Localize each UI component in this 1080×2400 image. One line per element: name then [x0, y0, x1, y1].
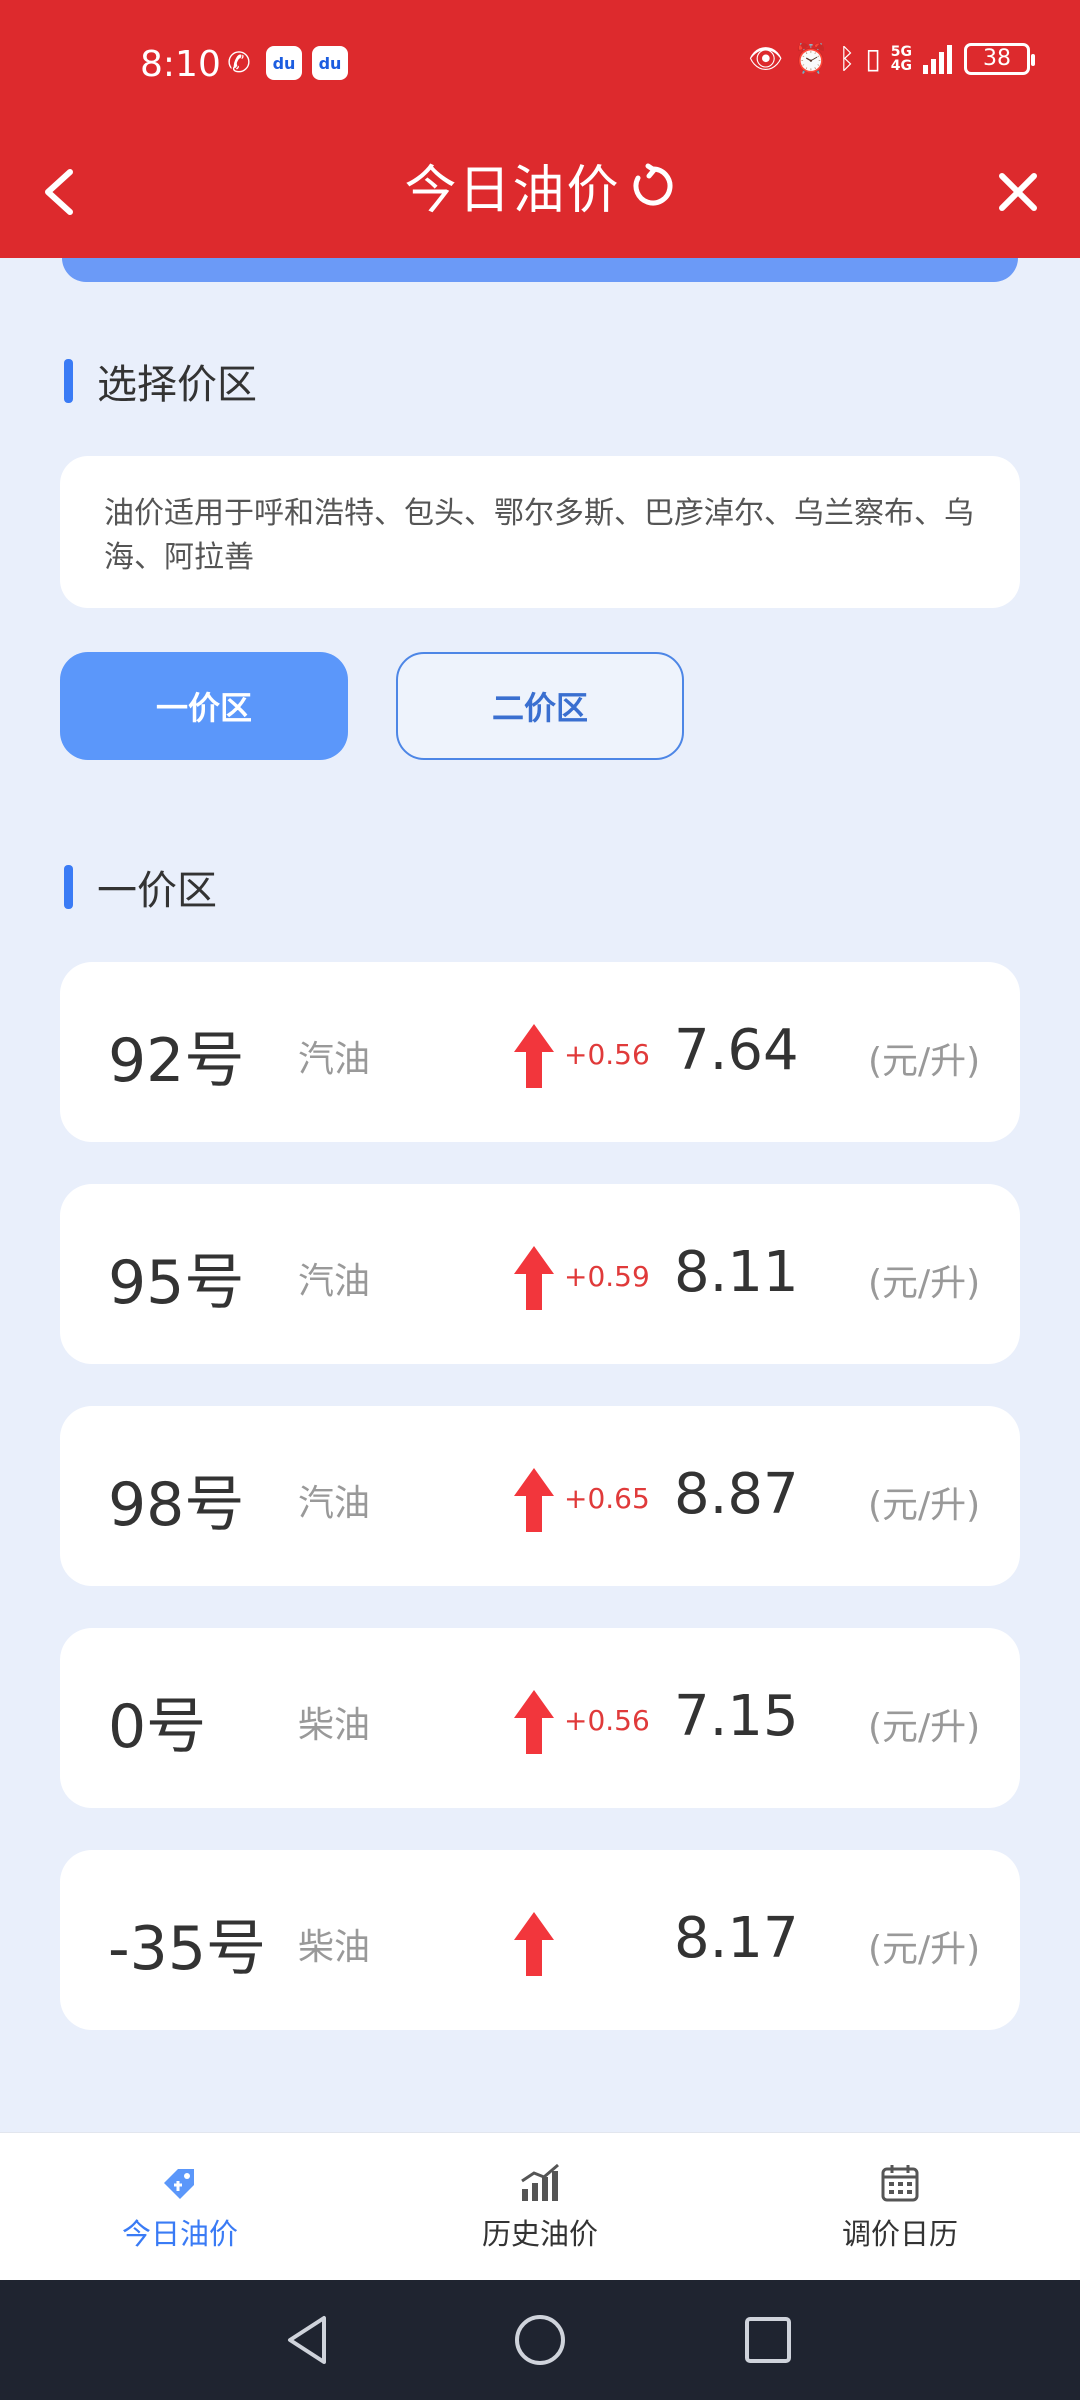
zone-1-button[interactable]: 一价区	[60, 652, 348, 760]
baidu-paw-icon-2: du	[312, 46, 348, 80]
tab-today-price[interactable]: 今日油价	[70, 2163, 290, 2253]
fuel-type: 柴油	[298, 1705, 371, 1746]
nav-home-button[interactable]	[510, 2310, 570, 2370]
price-row-0: 0号 柴油 +0.56 7.15 (元/升)	[60, 1628, 1020, 1808]
alarm-icon: ⏰	[793, 42, 829, 75]
system-navigation-bar	[0, 2280, 1080, 2400]
arrow-up-icon	[514, 1690, 554, 1754]
price-unit: (元/升)	[868, 1485, 981, 1526]
tab-label: 调价日历	[841, 2217, 958, 2251]
fuel-grade: 98号	[108, 1470, 245, 1540]
price-row-minus35: -35号 柴油 8.17 (元/升)	[60, 1850, 1020, 2030]
price-unit: (元/升)	[868, 1707, 981, 1748]
arrow-up-icon	[514, 1468, 554, 1532]
close-button[interactable]	[988, 160, 1048, 224]
network-type: 5G 4G	[890, 43, 912, 74]
price-row-92: 92号 汽油 +0.56 7.64 (元/升)	[60, 962, 1020, 1142]
zone-coverage-note: 油价适用于呼和浩特、包头、鄂尔多斯、巴彦淖尔、乌兰察布、乌海、阿拉善	[60, 456, 1020, 608]
close-icon	[999, 173, 1037, 211]
fuel-price: 8.87	[674, 1462, 799, 1527]
bar-chart-icon	[521, 2163, 559, 2201]
fuel-type: 柴油	[298, 1927, 371, 1968]
refresh-icon[interactable]	[630, 163, 676, 209]
fuel-price: 8.11	[674, 1240, 799, 1305]
bottom-tab-bar: 今日油价 历史油价 调价日历	[0, 2132, 1080, 2280]
fuel-grade: 95号	[108, 1248, 245, 1318]
arrow-up-icon	[514, 1912, 554, 1976]
arrow-up-icon	[514, 1024, 554, 1088]
price-unit: (元/升)	[868, 1041, 981, 1082]
fuel-grade: 92号	[108, 1026, 245, 1096]
bluetooth-icon: ᛒ	[838, 42, 856, 75]
tab-label: 历史油价	[481, 2217, 598, 2251]
price-change: +0.65	[564, 1482, 650, 1515]
section-accent-bar	[64, 359, 73, 403]
triangle-back-icon	[288, 2316, 326, 2364]
fuel-type: 汽油	[298, 1261, 371, 1302]
page-title: 今日油价	[404, 161, 621, 221]
zone-section-title: 选择价区	[64, 352, 257, 410]
nav-recents-button[interactable]	[738, 2310, 798, 2370]
price-unit: (元/升)	[868, 1263, 981, 1304]
signal-icon	[923, 44, 952, 74]
baidu-paw-icon: du	[266, 46, 302, 80]
nav-back-button[interactable]	[280, 2310, 340, 2370]
fuel-type: 汽油	[298, 1483, 371, 1524]
tab-history-price[interactable]: 历史油价	[430, 2163, 650, 2253]
status-time: 8:10	[140, 44, 221, 85]
fuel-price: 7.15	[674, 1684, 799, 1749]
calendar-icon	[881, 2165, 919, 2202]
price-section-title: 一价区	[64, 858, 217, 916]
square-recents-icon	[745, 2317, 791, 2363]
battery-icon: 38	[964, 42, 1035, 75]
price-unit: (元/升)	[868, 1929, 981, 1970]
fuel-price: 7.64	[674, 1018, 799, 1083]
zone-2-button[interactable]: 二价区	[396, 652, 684, 760]
status-bar: 8:10 ✆ du du 👁 ⏰ ᛒ ▯ 5G 4G 38	[0, 0, 1080, 130]
section-accent-bar	[64, 865, 73, 909]
system-indicators: 👁 ⏰ ᛒ ▯ 5G 4G 38	[748, 42, 1035, 75]
price-change: +0.59	[564, 1260, 650, 1293]
fuel-price: 8.17	[674, 1906, 799, 1971]
battery-level: 38	[983, 46, 1011, 71]
fuel-grade: -35号	[108, 1914, 266, 1984]
price-tag-icon	[164, 2169, 194, 2199]
arrow-up-icon	[514, 1246, 554, 1310]
header-title-group: 今日油价	[0, 148, 1080, 223]
banner-edge	[62, 258, 1018, 282]
vibrate-icon: ▯	[865, 42, 881, 75]
price-change: +0.56	[564, 1038, 650, 1071]
price-row-98: 98号 汽油 +0.65 8.87 (元/升)	[60, 1406, 1020, 1586]
fuel-grade: 0号	[108, 1692, 207, 1762]
wechat-icon: ✆	[227, 46, 251, 79]
price-change: +0.56	[564, 1704, 650, 1737]
eye-comfort-icon: 👁	[748, 42, 784, 75]
app-header: 今日油价	[0, 130, 1080, 258]
fuel-type: 汽油	[298, 1039, 371, 1080]
circle-home-icon	[515, 2315, 565, 2365]
tab-label: 今日油价	[121, 2217, 238, 2251]
tab-adjust-calendar[interactable]: 调价日历	[790, 2163, 1010, 2253]
notification-icons: ✆ du du	[222, 46, 348, 80]
price-row-95: 95号 汽油 +0.59 8.11 (元/升)	[60, 1184, 1020, 1364]
